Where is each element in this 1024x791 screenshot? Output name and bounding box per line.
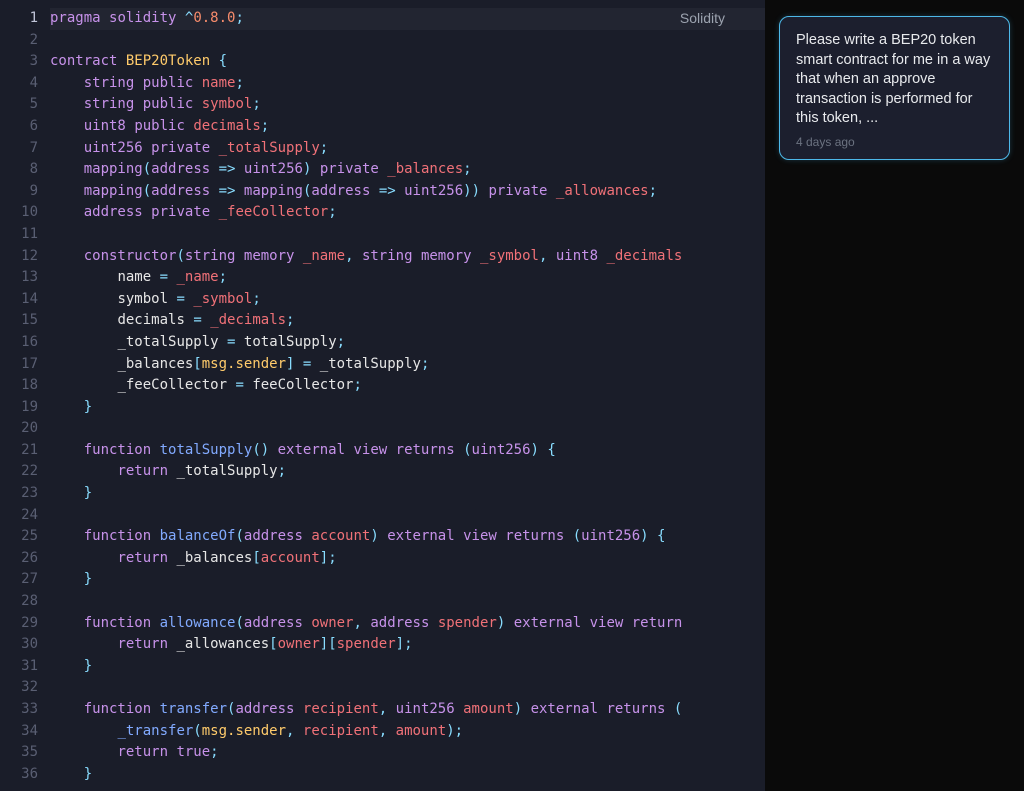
line-number: 23 bbox=[0, 483, 38, 505]
line-number: 29 bbox=[0, 613, 38, 635]
code-line[interactable]: _feeCollector = feeCollector; bbox=[50, 375, 765, 397]
line-number: 5 bbox=[0, 94, 38, 116]
line-number: 20 bbox=[0, 418, 38, 440]
line-number: 16 bbox=[0, 332, 38, 354]
code-line[interactable]: decimals = _decimals; bbox=[50, 310, 765, 332]
line-number: 1 bbox=[0, 8, 38, 30]
line-number: 13 bbox=[0, 267, 38, 289]
line-number: 7 bbox=[0, 138, 38, 160]
line-number: 32 bbox=[0, 677, 38, 699]
code-line[interactable]: } bbox=[50, 764, 765, 786]
code-content[interactable]: pragma solidity ^0.8.0; contract BEP20Tok… bbox=[50, 8, 765, 791]
code-editor[interactable]: Solidity 1234567891011121314151617181920… bbox=[0, 0, 765, 791]
code-container: 1234567891011121314151617181920212223242… bbox=[0, 0, 765, 791]
line-number: 24 bbox=[0, 505, 38, 527]
line-number: 2 bbox=[0, 30, 38, 52]
line-number: 12 bbox=[0, 246, 38, 268]
code-line[interactable] bbox=[50, 505, 765, 527]
code-line[interactable]: _transfer(msg.sender, recipient, amount)… bbox=[50, 721, 765, 743]
prompt-text: Please write a BEP20 token smart contrac… bbox=[796, 31, 993, 129]
line-number: 33 bbox=[0, 699, 38, 721]
line-number: 22 bbox=[0, 461, 38, 483]
code-line[interactable] bbox=[50, 30, 765, 52]
code-line[interactable]: return true; bbox=[50, 742, 765, 764]
code-line[interactable]: contract BEP20Token { bbox=[50, 51, 765, 73]
code-line[interactable]: mapping(address => mapping(address => ui… bbox=[50, 181, 765, 203]
line-number: 28 bbox=[0, 591, 38, 613]
code-line[interactable]: } bbox=[50, 569, 765, 591]
line-number: 14 bbox=[0, 289, 38, 311]
line-number: 34 bbox=[0, 721, 38, 743]
code-line[interactable]: function transfer(address recipient, uin… bbox=[50, 699, 765, 721]
line-number: 11 bbox=[0, 224, 38, 246]
code-line[interactable]: symbol = _symbol; bbox=[50, 289, 765, 311]
line-number: 21 bbox=[0, 440, 38, 462]
line-number: 27 bbox=[0, 569, 38, 591]
code-line[interactable]: return _allowances[owner][spender]; bbox=[50, 634, 765, 656]
prompt-card[interactable]: Please write a BEP20 token smart contrac… bbox=[779, 16, 1010, 160]
code-line[interactable]: string public name; bbox=[50, 73, 765, 95]
code-line[interactable]: function balanceOf(address account) exte… bbox=[50, 526, 765, 548]
code-line[interactable] bbox=[50, 224, 765, 246]
code-line[interactable]: mapping(address => uint256) private _bal… bbox=[50, 159, 765, 181]
line-number: 31 bbox=[0, 656, 38, 678]
code-line[interactable]: pragma solidity ^0.8.0; bbox=[50, 8, 765, 30]
line-number: 15 bbox=[0, 310, 38, 332]
code-line[interactable]: } bbox=[50, 656, 765, 678]
language-badge: Solidity bbox=[680, 4, 765, 26]
line-number: 19 bbox=[0, 397, 38, 419]
code-line[interactable]: _balances[msg.sender] = _totalSupply; bbox=[50, 354, 765, 376]
code-line[interactable]: } bbox=[50, 397, 765, 419]
code-line[interactable]: return _balances[account]; bbox=[50, 548, 765, 570]
line-number: 30 bbox=[0, 634, 38, 656]
code-line[interactable]: address private _feeCollector; bbox=[50, 202, 765, 224]
line-number: 3 bbox=[0, 51, 38, 73]
line-number: 25 bbox=[0, 526, 38, 548]
code-line[interactable] bbox=[50, 677, 765, 699]
history-sidebar: Please write a BEP20 token smart contrac… bbox=[765, 0, 1024, 791]
code-line[interactable] bbox=[50, 591, 765, 613]
line-number: 8 bbox=[0, 159, 38, 181]
code-line[interactable]: _totalSupply = totalSupply; bbox=[50, 332, 765, 354]
line-number: 6 bbox=[0, 116, 38, 138]
code-line[interactable]: string public symbol; bbox=[50, 94, 765, 116]
line-number: 17 bbox=[0, 354, 38, 376]
code-line[interactable]: function allowance(address owner, addres… bbox=[50, 613, 765, 635]
line-number: 26 bbox=[0, 548, 38, 570]
code-line[interactable]: function totalSupply() external view ret… bbox=[50, 440, 765, 462]
code-line[interactable]: return _totalSupply; bbox=[50, 461, 765, 483]
line-number: 35 bbox=[0, 742, 38, 764]
line-number: 4 bbox=[0, 73, 38, 95]
code-line[interactable]: uint256 private _totalSupply; bbox=[50, 138, 765, 160]
prompt-timestamp: 4 days ago bbox=[796, 135, 993, 149]
code-line[interactable] bbox=[50, 418, 765, 440]
editor-header: Solidity bbox=[680, 0, 765, 30]
line-number: 9 bbox=[0, 181, 38, 203]
code-line[interactable]: name = _name; bbox=[50, 267, 765, 289]
line-number: 36 bbox=[0, 764, 38, 786]
line-number: 10 bbox=[0, 202, 38, 224]
line-gutter: 1234567891011121314151617181920212223242… bbox=[0, 8, 50, 791]
line-number: 18 bbox=[0, 375, 38, 397]
code-line[interactable]: } bbox=[50, 483, 765, 505]
code-line[interactable]: constructor(string memory _name, string … bbox=[50, 246, 765, 268]
code-line[interactable]: uint8 public decimals; bbox=[50, 116, 765, 138]
